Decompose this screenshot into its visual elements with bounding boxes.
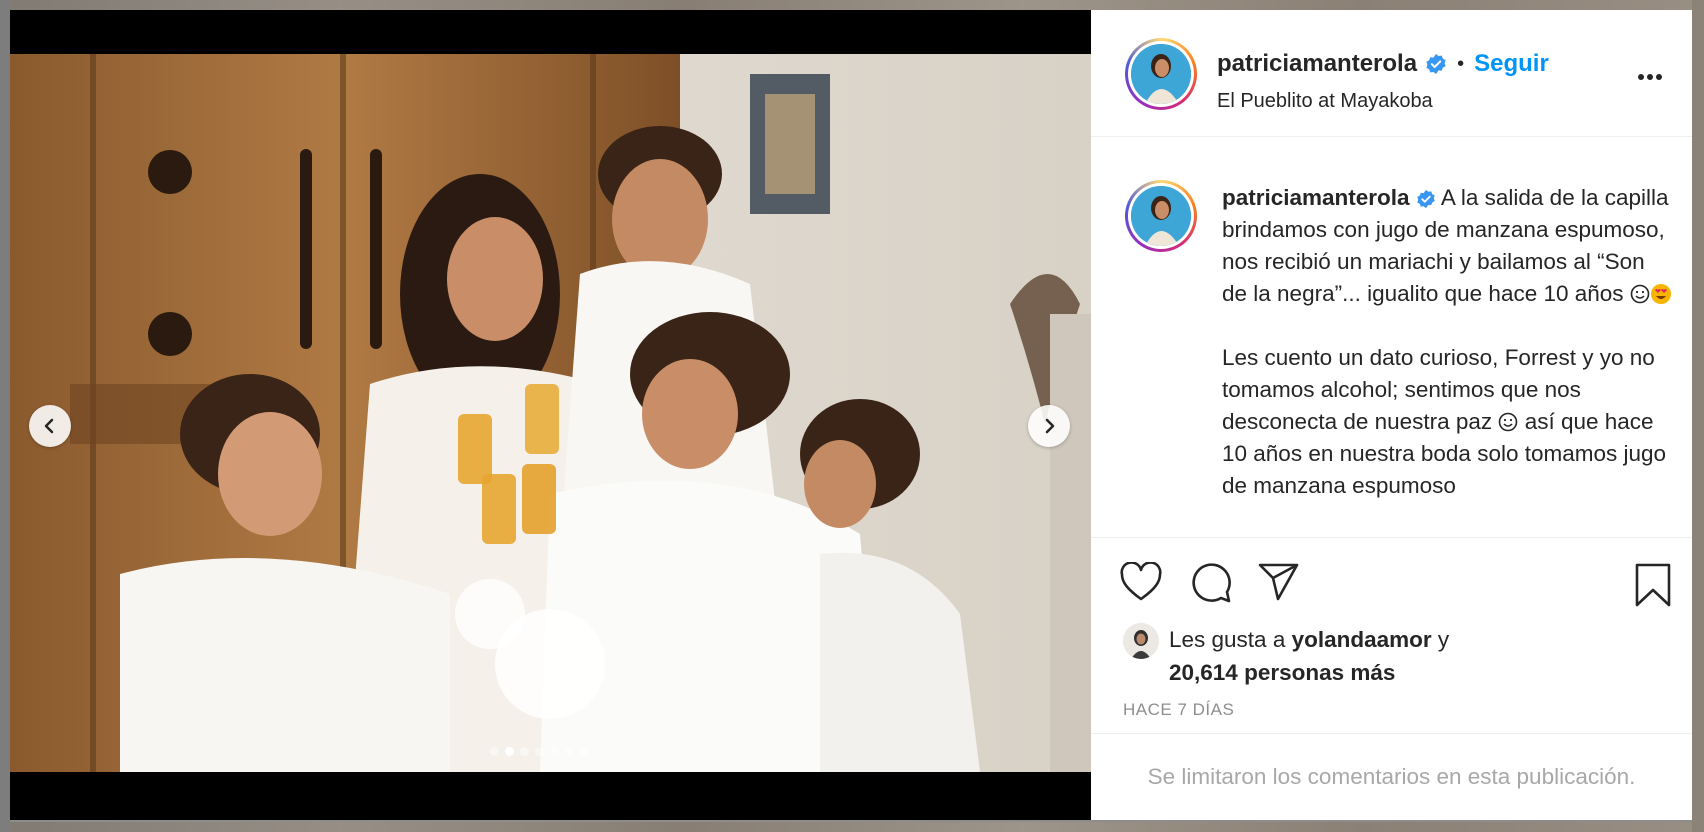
comments-limited-notice: Se limitaron los comentarios en esta pub… — [1091, 733, 1692, 820]
post-modal: patriciamanterola • Seguir El Pueblito a… — [10, 10, 1692, 820]
liker-avatar[interactable] — [1123, 623, 1159, 659]
avatar-photo — [1131, 186, 1191, 246]
carousel-dot-active — [505, 747, 514, 756]
heart-icon — [1120, 561, 1162, 601]
post-photo — [10, 54, 1091, 772]
chevron-right-icon — [1045, 418, 1055, 434]
verified-badge-icon — [1426, 54, 1446, 74]
post-actions: Les gusta a yolandaamor y 20,614 persona… — [1091, 537, 1692, 733]
post-header: patriciamanterola • Seguir El Pueblito a… — [1091, 10, 1692, 137]
background-feed-bottom — [0, 822, 1704, 832]
avatar-photo — [1131, 44, 1191, 104]
background-feed-left — [0, 0, 10, 832]
avatar-photo — [1123, 623, 1159, 659]
share-button[interactable] — [1257, 562, 1301, 607]
carousel-next-button[interactable] — [1028, 405, 1070, 447]
likes-count[interactable]: 20,614 personas más — [1169, 660, 1395, 685]
comment-icon — [1192, 563, 1231, 603]
wedding-toast-photo — [10, 54, 1091, 772]
post-caption: patriciamanterola A la salida de la capi… — [1222, 182, 1672, 534]
smile-emoji-icon — [1630, 284, 1650, 304]
header-separator: • — [1457, 52, 1465, 75]
share-icon — [1258, 563, 1299, 601]
post-timestamp[interactable]: HACE 7 DÍAS — [1123, 700, 1234, 720]
carousel-dot — [535, 747, 544, 756]
carousel-dot — [490, 747, 499, 756]
bookmark-icon — [1635, 563, 1671, 607]
carousel-dot — [565, 747, 574, 756]
carousel-dot — [520, 747, 529, 756]
comment-button[interactable] — [1189, 562, 1233, 609]
more-icon — [1638, 74, 1662, 80]
verified-badge-icon — [1417, 189, 1435, 209]
background-feed-top — [0, 0, 1704, 10]
follow-button[interactable]: Seguir — [1474, 50, 1549, 78]
carousel-dot — [580, 747, 589, 756]
caption-author-avatar[interactable] — [1125, 180, 1197, 252]
post-location[interactable]: El Pueblito at Mayakoba — [1217, 90, 1433, 113]
post-side-panel: patriciamanterola • Seguir El Pueblito a… — [1091, 10, 1692, 820]
carousel-prev-button[interactable] — [29, 405, 71, 447]
carousel-indicator — [490, 747, 589, 756]
like-button[interactable] — [1119, 561, 1163, 607]
background-feed-right — [1692, 0, 1704, 832]
author-username[interactable]: patriciamanterola — [1217, 50, 1417, 78]
likes-prefix: Les gusta a — [1169, 627, 1286, 652]
likes-summary: Les gusta a yolandaamor y 20,614 persona… — [1123, 623, 1449, 689]
smile-emoji-icon — [1499, 412, 1518, 432]
author-avatar[interactable] — [1125, 38, 1197, 110]
more-options-button[interactable] — [1637, 68, 1663, 86]
carousel-dot — [550, 747, 559, 756]
likes-text: Les gusta a yolandaamor y 20,614 persona… — [1169, 623, 1449, 689]
post-media — [10, 10, 1091, 820]
likes-join: y — [1437, 627, 1450, 652]
caption-username[interactable]: patriciamanterola — [1222, 185, 1410, 210]
caption-section: patriciamanterola A la salida de la capi… — [1091, 138, 1692, 536]
liker-username[interactable]: yolandaamor — [1292, 627, 1432, 652]
save-button[interactable] — [1634, 562, 1672, 613]
chevron-left-icon — [44, 418, 54, 434]
heart-eyes-emoji-icon — [1650, 284, 1671, 304]
